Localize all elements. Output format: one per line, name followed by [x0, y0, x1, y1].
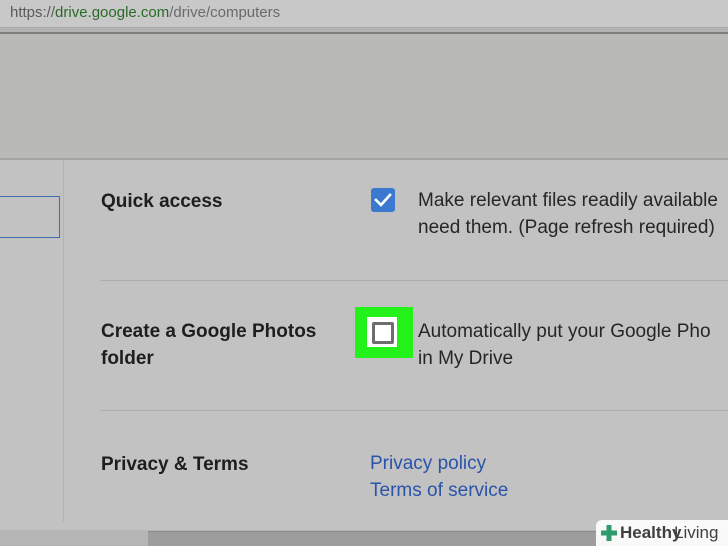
url-text[interactable]: https://drive.google.com/drive/computers	[10, 4, 280, 22]
watermark-light-text: Living	[674, 523, 719, 542]
quick-access-description-line1: Make relevant files readily available	[418, 190, 718, 211]
row-separator	[100, 410, 728, 411]
url-scheme: https://	[10, 4, 56, 21]
google-photos-label-line1: Create a Google Photos	[101, 321, 317, 342]
dialog-header	[0, 34, 728, 160]
plus-cross-icon	[601, 525, 617, 541]
address-bar[interactable]: https://drive.google.com/drive/computers	[0, 0, 728, 28]
privacy-policy-link[interactable]: Privacy policy	[370, 450, 486, 477]
url-host: drive.google.com	[55, 4, 170, 21]
terms-of-service-link[interactable]: Terms of service	[370, 477, 508, 504]
privacy-terms-label: Privacy & Terms	[101, 454, 249, 475]
google-photos-label-line2: folder	[101, 348, 154, 369]
google-photos-description-line2: in My Drive	[418, 348, 514, 369]
nav-divider	[63, 160, 64, 522]
quick-access-description-line2: need them. (Page refresh required)	[418, 217, 715, 238]
nav-item-selected[interactable]	[0, 196, 60, 238]
quick-access-label: Quick access	[101, 191, 223, 212]
watermark-bold-text: Healthy	[620, 523, 682, 542]
google-photos-description-line1: Automatically put your Google Pho	[418, 321, 711, 342]
unchecked-box-icon	[372, 322, 394, 344]
horizontal-scrollbar[interactable]	[148, 531, 608, 546]
url-path: /drive/computers	[169, 4, 281, 21]
watermark: Healthy Living	[596, 520, 728, 546]
checkmark-icon	[374, 193, 392, 207]
row-separator	[100, 280, 728, 281]
quick-access-checkbox[interactable]	[371, 188, 395, 212]
google-photos-checkbox[interactable]	[367, 317, 397, 347]
